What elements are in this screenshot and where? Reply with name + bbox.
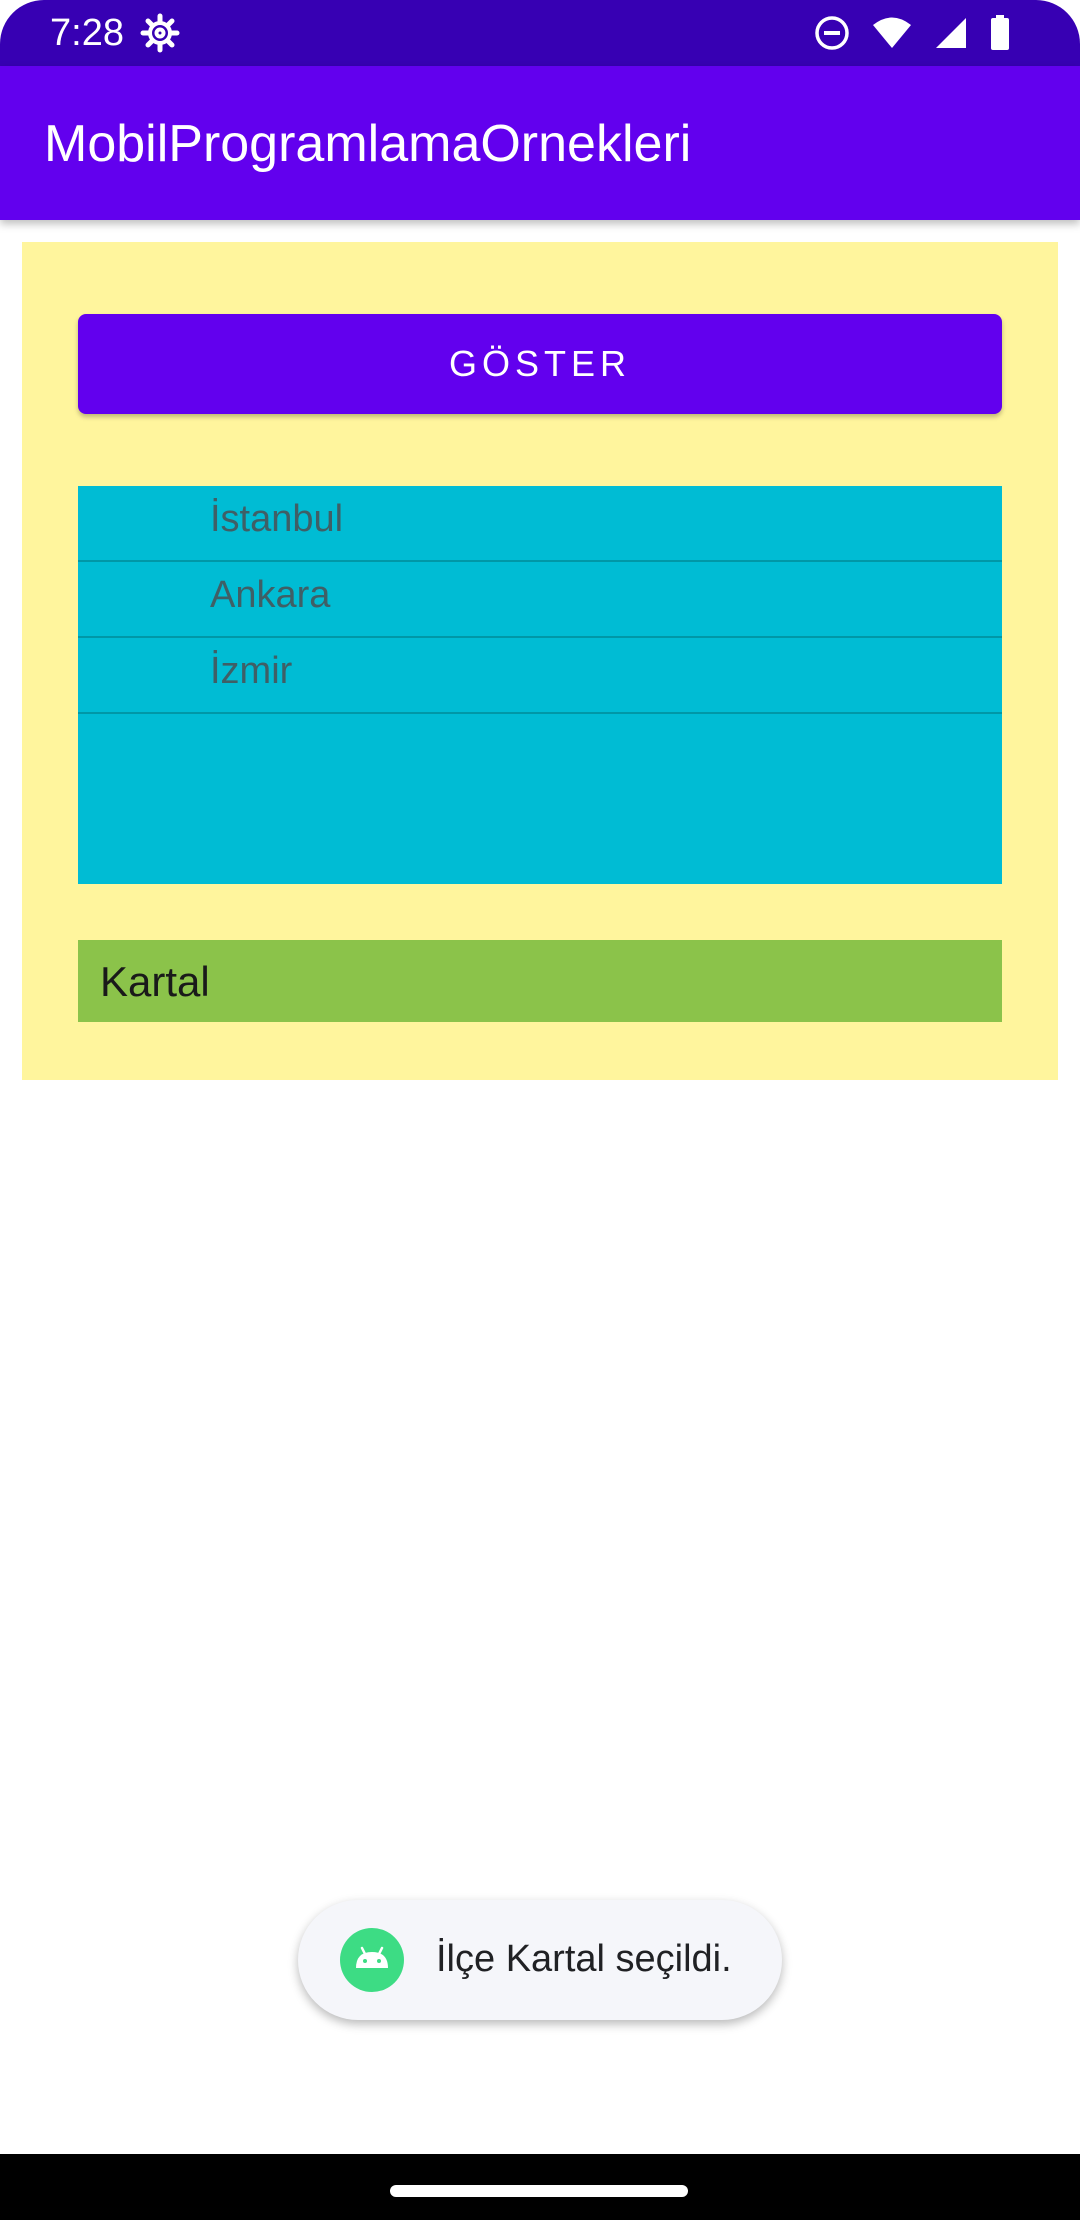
screen: 7:28 MobilProgramlamaOrnekleri GÖSTER İs… — [0, 0, 1080, 2220]
app-bar: MobilProgramlamaOrnekleri — [0, 66, 1080, 220]
battery-icon — [990, 15, 1010, 51]
status-time: 7:28 — [50, 12, 124, 54]
status-icons — [814, 13, 1010, 53]
show-button[interactable]: GÖSTER — [78, 314, 1002, 414]
app-title: MobilProgramlamaOrnekleri — [44, 115, 692, 173]
list-item-city[interactable]: Ankara — [78, 562, 1002, 638]
status-bar: 7:28 — [0, 0, 1080, 66]
main-content: GÖSTER İstanbul Ankara İzmir Kartal — [22, 242, 1058, 1080]
do-not-disturb-icon — [814, 15, 850, 51]
navigation-bar — [0, 2154, 1080, 2220]
list-item-label: İzmir — [210, 650, 293, 692]
cell-signal-icon — [934, 16, 968, 50]
list-item-city[interactable]: İzmir — [78, 638, 1002, 714]
selected-district-label: Kartal — [100, 958, 210, 1005]
toast: İlçe Kartal seçildi. — [298, 1900, 782, 2020]
settings-gear-icon — [140, 13, 180, 53]
list-item-label: Ankara — [210, 574, 331, 616]
android-icon — [340, 1928, 404, 1992]
toast-message: İlçe Kartal seçildi. — [436, 1938, 732, 1980]
list-item-city[interactable]: İstanbul — [78, 486, 1002, 562]
home-handle[interactable] — [390, 2185, 688, 2197]
city-list[interactable]: İstanbul Ankara İzmir — [78, 486, 1002, 884]
wifi-icon — [872, 16, 912, 50]
selected-district: Kartal — [78, 940, 1002, 1022]
list-item-label: İstanbul — [210, 498, 344, 540]
